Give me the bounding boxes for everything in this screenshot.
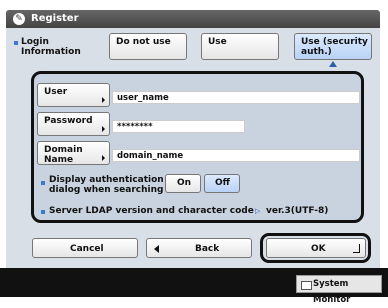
do-not-use-button[interactable]: Do not use [109, 33, 187, 60]
arrow-right-icon [102, 97, 105, 103]
back-button[interactable]: Back [146, 238, 252, 258]
arrow-right-icon [102, 126, 105, 132]
domain-name-field[interactable]: domain_name [112, 149, 360, 162]
chevron-right-icon: ▷ [255, 207, 261, 215]
title-bar: ✎ Register [6, 10, 380, 28]
ldap-version-value: ver.3(UTF-8) [266, 206, 329, 216]
selected-indicator-icon [329, 61, 337, 67]
ldap-version-label: Server LDAP version and character code [49, 206, 254, 216]
window-title: Register [31, 13, 79, 24]
domain-name-button[interactable]: Domain Name [37, 141, 110, 165]
register-icon: ✎ [13, 13, 25, 25]
password-button[interactable]: Password [37, 112, 110, 136]
login-information-label: Login Information [21, 37, 81, 57]
use-button[interactable]: Use [201, 33, 279, 60]
bullet-icon [41, 181, 45, 185]
user-button[interactable]: User [37, 83, 110, 107]
auth-dialog-off-button[interactable]: Off [204, 174, 240, 193]
monitor-icon [301, 281, 312, 290]
use-security-auth-button[interactable]: Use (security auth.) [294, 33, 372, 60]
system-monitor-button[interactable]: System Monitor [296, 275, 382, 305]
arrow-right-icon [102, 155, 105, 161]
enter-icon [353, 244, 360, 253]
password-field[interactable]: ******** [112, 120, 245, 133]
cancel-button[interactable]: Cancel [32, 238, 138, 258]
ok-button[interactable]: OK [266, 238, 366, 258]
bullet-icon [14, 41, 18, 45]
auth-dialog-label: Display authentication dialog when search… [49, 175, 164, 195]
user-field[interactable]: user_name [112, 91, 360, 104]
auth-dialog-on-button[interactable]: On [165, 174, 201, 193]
register-screen: ✎ Register Login Information Do not use U… [0, 0, 388, 305]
back-arrow-icon [154, 245, 159, 253]
bullet-icon [41, 210, 45, 214]
